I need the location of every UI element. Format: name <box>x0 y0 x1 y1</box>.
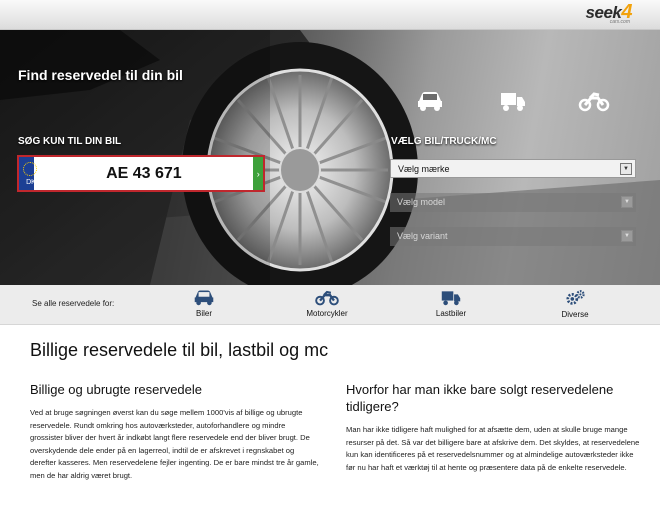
chevron-down-icon: ▼ <box>621 196 633 208</box>
model-select[interactable]: Vælg model ▼ <box>390 193 636 212</box>
license-plate-input[interactable] <box>34 157 254 190</box>
make-select-value: Vælg mærke <box>398 164 450 174</box>
truck-icon[interactable] <box>500 90 526 112</box>
category-label: Lastbiler <box>435 309 467 318</box>
section-heading: Billige og ubrugte reservedele <box>30 382 202 397</box>
page-title: Billige reservedele til bil, lastbil og … <box>30 340 329 360</box>
motorcycle-icon[interactable] <box>578 90 610 112</box>
license-plate-search: DK › <box>17 155 265 192</box>
content-column-left: Billige og ubrugte reservedele Ved at br… <box>30 381 320 483</box>
variant-select[interactable]: Vælg variant ▼ <box>390 227 636 246</box>
category-trucks[interactable]: Lastbiler <box>411 289 491 318</box>
content-column-right: Hvorfor har man ikke bare solgt reserved… <box>346 381 641 474</box>
eu-flag-icon: DK <box>19 157 37 190</box>
category-bar: Se alle reservedele for: Biler Motorcykl… <box>0 285 660 325</box>
section-heading: Hvorfor har man ikke bare solgt reserved… <box>346 382 614 414</box>
plate-search-label: SØG KUN TIL DIN BIL <box>18 136 122 147</box>
motorcycle-icon <box>315 290 339 306</box>
make-select[interactable]: Vælg mærke ▼ <box>390 159 636 178</box>
category-misc[interactable]: Diverse <box>535 289 615 319</box>
chevron-down-icon: ▼ <box>621 230 633 242</box>
section-body: Ved at bruge søgningen øverst kan du søg… <box>30 408 319 480</box>
category-label: Motorcykler <box>306 309 348 318</box>
category-label: Diverse <box>561 310 589 319</box>
hero-title: Find reservedel til din bil <box>18 67 183 83</box>
car-icon <box>194 290 214 306</box>
car-icon[interactable] <box>416 90 444 112</box>
chevron-down-icon: ▼ <box>620 163 632 175</box>
category-bar-lead: Se alle reservedele for: <box>32 299 115 308</box>
logo-subtext: cars.com <box>609 19 630 25</box>
truck-icon <box>441 291 461 306</box>
category-cars[interactable]: Biler <box>164 289 244 318</box>
category-motorcycles[interactable]: Motorcykler <box>287 289 367 318</box>
plate-search-button[interactable]: › <box>253 157 263 190</box>
hero-banner: Find reservedel til din bil SØG KUN TIL … <box>0 30 660 285</box>
vehicle-select-label: VÆLG BIL/TRUCK/MC <box>391 136 497 147</box>
variant-select-value: Vælg variant <box>397 231 448 241</box>
model-select-value: Vælg model <box>397 197 446 207</box>
plate-country-code: DK <box>26 179 36 186</box>
top-bar: seek4 cars.com <box>0 0 660 30</box>
section-body: Man har ikke tidligere haft mulighed for… <box>346 425 640 472</box>
gears-icon <box>566 290 585 305</box>
category-label: Biler <box>195 309 212 318</box>
